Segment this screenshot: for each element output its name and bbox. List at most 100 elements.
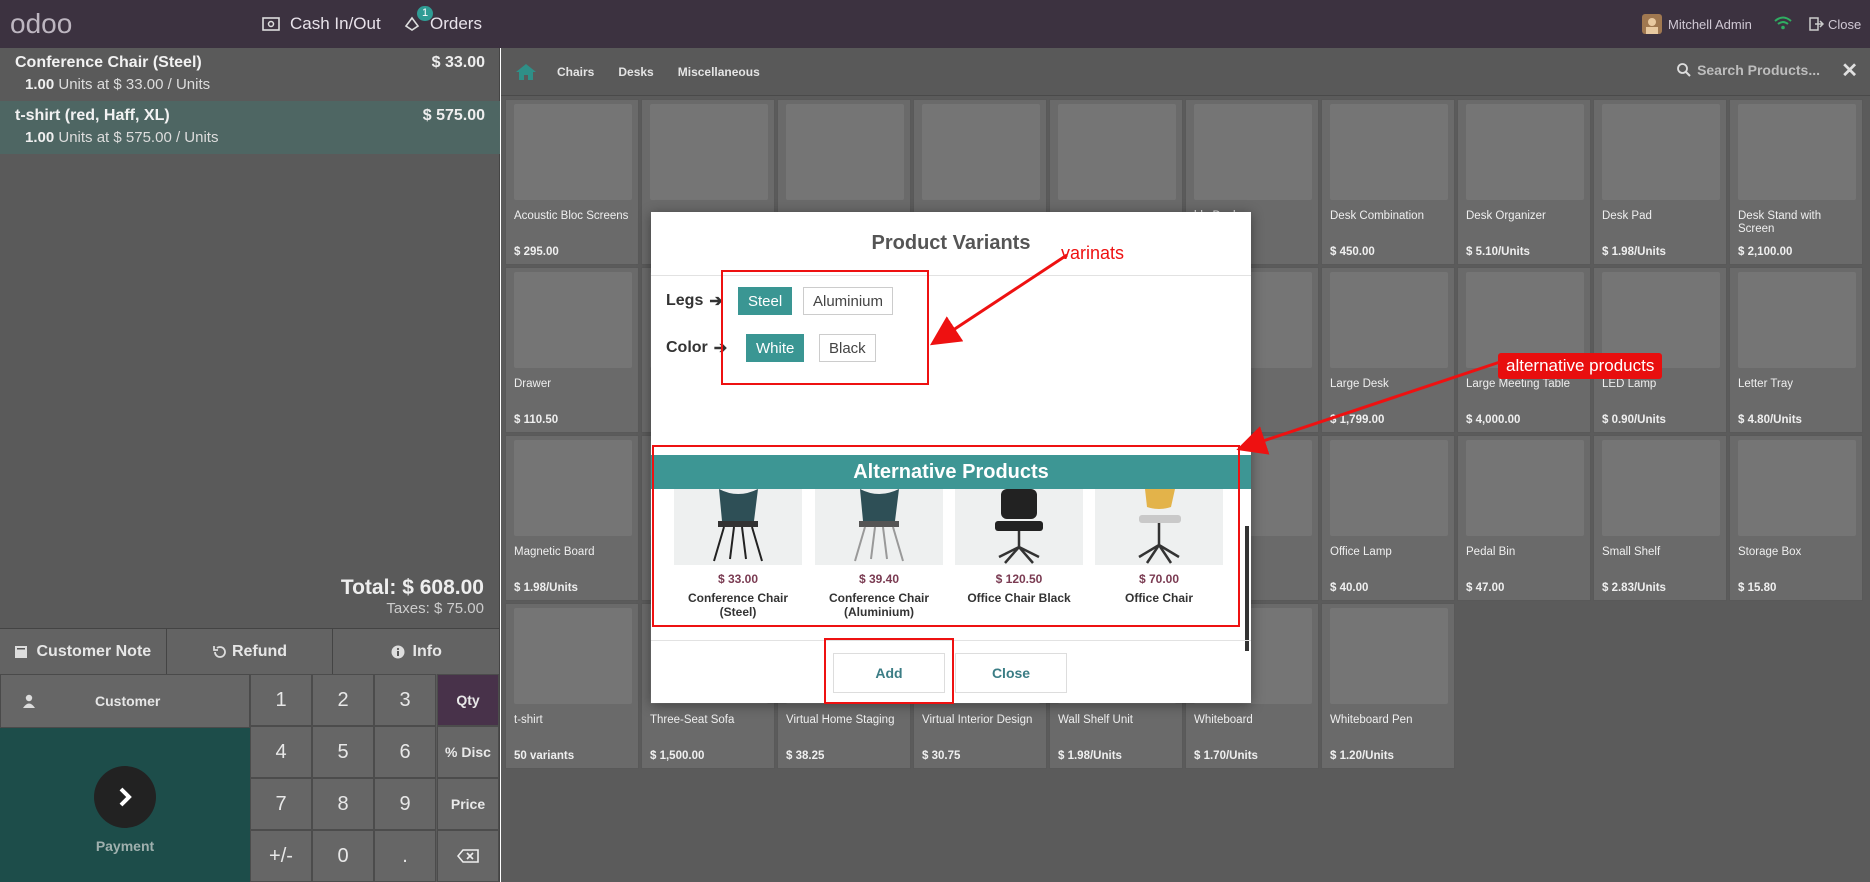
product-price: $ 1.98/Units bbox=[1602, 246, 1666, 258]
customer-label: Customer bbox=[95, 693, 161, 709]
orders-icon bbox=[404, 16, 420, 31]
product-name: Acoustic Bloc Screens bbox=[514, 210, 629, 222]
product-card[interactable]: Desk Pad $ 1.98/Units bbox=[1593, 99, 1727, 265]
numpad-plus-minus[interactable]: +/- bbox=[250, 830, 312, 882]
product-name: Large Desk bbox=[1330, 378, 1389, 390]
control-buttons: Customer Note Refund Info bbox=[0, 628, 501, 674]
user-name: Mitchell Admin bbox=[1668, 16, 1752, 32]
product-card[interactable]: Desk Organizer $ 5.10/Units bbox=[1457, 99, 1591, 265]
product-card[interactable]: Storage Box $ 15.80 bbox=[1729, 435, 1863, 601]
numpad-backspace[interactable] bbox=[437, 830, 499, 882]
numpad-key-5[interactable]: 5 bbox=[312, 726, 374, 778]
customer-note-button[interactable]: Customer Note bbox=[0, 629, 167, 674]
product-card[interactable]: Large Meeting Table $ 4,000.00 bbox=[1457, 267, 1591, 433]
product-price: $ 1.98/Units bbox=[1058, 750, 1122, 762]
product-card[interactable]: Magnetic Board $ 1.98/Units bbox=[505, 435, 639, 601]
numpad-decimal[interactable]: . bbox=[374, 830, 436, 882]
product-search[interactable]: Search Products... bbox=[1677, 62, 1820, 78]
category-chairs[interactable]: Chairs bbox=[557, 65, 594, 79]
numpad-key-3[interactable]: 3 bbox=[374, 674, 436, 726]
numpad-key-7[interactable]: 7 bbox=[250, 778, 312, 830]
order-line-selected[interactable]: t-shirt (red, Haff, XL) $ 575.00 1.00 Un… bbox=[0, 101, 500, 154]
product-card[interactable]: Small Shelf $ 2.83/Units bbox=[1593, 435, 1727, 601]
product-image bbox=[922, 104, 1040, 200]
category-desks[interactable]: Desks bbox=[618, 65, 653, 79]
product-card[interactable]: Whiteboard Pen $ 1.20/Units bbox=[1321, 603, 1455, 769]
alternatives-annotation-label: alternative products bbox=[1498, 353, 1663, 379]
product-card[interactable]: Large Desk $ 1,799.00 bbox=[1321, 267, 1455, 433]
home-icon[interactable] bbox=[515, 63, 537, 81]
numpad-key-9[interactable]: 9 bbox=[374, 778, 436, 830]
refund-label: Refund bbox=[231, 642, 288, 660]
odoo-logo[interactable]: odoo bbox=[10, 9, 88, 39]
refund-button[interactable]: Refund bbox=[166, 629, 334, 674]
close-pos-label: Close bbox=[1828, 16, 1862, 32]
product-image bbox=[1466, 440, 1584, 536]
dialog-title: Product Variants bbox=[871, 232, 1031, 254]
numpad-key-0[interactable]: 0 bbox=[312, 830, 374, 882]
order-line-qty: 1.00 bbox=[25, 129, 55, 146]
product-name: Whiteboard Pen bbox=[1330, 714, 1413, 726]
product-image bbox=[1738, 272, 1856, 368]
product-name: Pedal Bin bbox=[1466, 546, 1516, 558]
chevron-right-icon bbox=[94, 766, 156, 828]
numpad-price-mode[interactable]: Price bbox=[437, 778, 499, 830]
product-price: $ 2.83/Units bbox=[1602, 582, 1666, 594]
search-input[interactable]: Search Products... bbox=[1697, 62, 1820, 78]
numpad-key-4[interactable]: 4 bbox=[250, 726, 312, 778]
product-price: $ 1,799.00 bbox=[1330, 414, 1385, 426]
numpad-key-1[interactable]: 1 bbox=[250, 674, 312, 726]
close-pos-button[interactable]: Close bbox=[1809, 0, 1861, 48]
product-card[interactable]: Office Lamp $ 40.00 bbox=[1321, 435, 1455, 601]
order-line[interactable]: Conference Chair (Steel) $ 33.00 1.00 Un… bbox=[0, 48, 500, 101]
dialog-scrollbar[interactable] bbox=[1245, 526, 1249, 651]
product-name: Office Lamp bbox=[1330, 546, 1392, 558]
product-price: $ 30.75 bbox=[922, 750, 961, 762]
info-button[interactable]: Info bbox=[333, 629, 501, 674]
undo-icon bbox=[213, 645, 226, 658]
clear-search-icon[interactable]: ✕ bbox=[1841, 58, 1858, 83]
product-image bbox=[1602, 104, 1720, 200]
product-image bbox=[514, 608, 632, 704]
product-card[interactable]: Acoustic Bloc Screens $ 295.00 bbox=[505, 99, 639, 265]
order-line-info: Units at $ 575.00 / Units bbox=[58, 129, 219, 146]
product-image bbox=[1738, 104, 1856, 200]
variants-highlight-box bbox=[721, 270, 929, 385]
backspace-icon bbox=[457, 849, 479, 863]
order-line-info: Units at $ 33.00 / Units bbox=[58, 76, 211, 93]
payment-label: Payment bbox=[95, 838, 155, 854]
numpad-key-8[interactable]: 8 bbox=[312, 778, 374, 830]
customer-button[interactable]: Customer bbox=[0, 674, 250, 728]
sign-out-icon bbox=[1809, 17, 1824, 31]
product-name: Letter Tray bbox=[1738, 378, 1793, 390]
add-button-highlight-box bbox=[824, 638, 954, 704]
wifi-icon bbox=[1774, 16, 1792, 30]
payment-button[interactable]: Payment bbox=[0, 728, 250, 882]
numpad-key-2[interactable]: 2 bbox=[312, 674, 374, 726]
orders-button[interactable]: 1 Orders bbox=[404, 0, 482, 48]
product-card[interactable]: LED Lamp $ 0.90/Units bbox=[1593, 267, 1727, 433]
product-card[interactable]: Letter Tray $ 4.80/Units bbox=[1729, 267, 1863, 433]
order-panel: Conference Chair (Steel) $ 33.00 1.00 Un… bbox=[0, 48, 501, 882]
product-card[interactable]: Desk Stand with Screen $ 2,100.00 bbox=[1729, 99, 1863, 265]
product-image bbox=[514, 104, 632, 200]
product-card[interactable]: t-shirt 50 variants bbox=[505, 603, 639, 769]
attribute-legs-text: Legs bbox=[666, 292, 704, 309]
close-button[interactable]: Close bbox=[955, 653, 1067, 693]
order-line-name: Conference Chair (Steel) bbox=[15, 54, 202, 71]
numpad-qty-mode[interactable]: Qty bbox=[437, 674, 499, 726]
product-price: $ 110.50 bbox=[514, 414, 559, 426]
product-price: 50 variants bbox=[514, 750, 575, 762]
product-image bbox=[650, 104, 768, 200]
product-price: $ 1,500.00 bbox=[650, 750, 705, 762]
product-image bbox=[1058, 104, 1176, 200]
user-menu[interactable]: Mitchell Admin bbox=[1642, 0, 1752, 48]
product-card[interactable]: Pedal Bin $ 47.00 bbox=[1457, 435, 1591, 601]
product-card[interactable]: Drawer $ 110.50 bbox=[505, 267, 639, 433]
numpad-disc-mode[interactable]: % Disc bbox=[437, 726, 499, 778]
category-misc[interactable]: Miscellaneous bbox=[678, 65, 760, 79]
numpad-key-6[interactable]: 6 bbox=[374, 726, 436, 778]
product-image bbox=[514, 440, 632, 536]
cash-in-out-button[interactable]: Cash In/Out bbox=[262, 0, 381, 48]
product-card[interactable]: Desk Combination $ 450.00 bbox=[1321, 99, 1455, 265]
